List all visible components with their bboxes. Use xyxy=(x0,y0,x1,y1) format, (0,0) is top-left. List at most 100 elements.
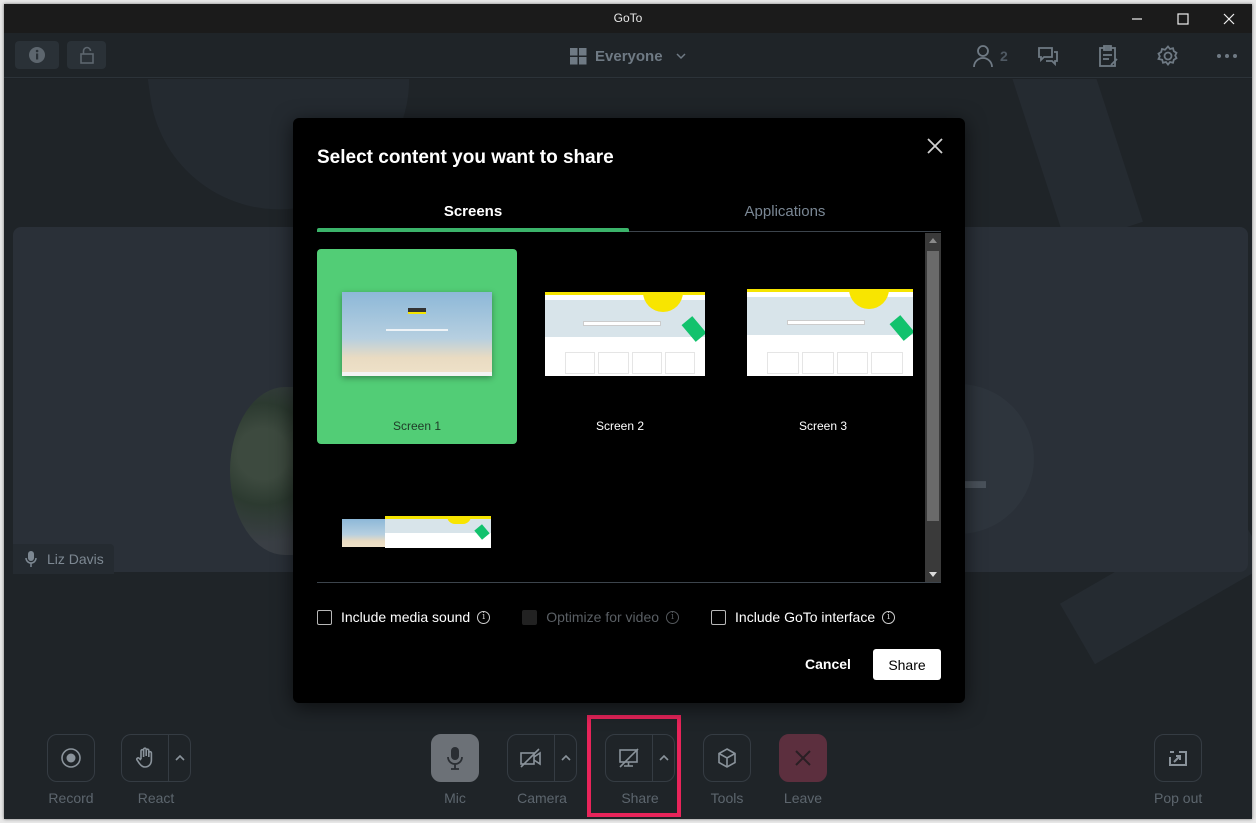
thumbnail-text xyxy=(386,329,448,331)
background-shape xyxy=(1005,79,1143,247)
dialog-title: Select content you want to share xyxy=(317,147,614,168)
chevron-down-icon xyxy=(676,53,686,60)
screen-list: Screen 1 Screen 2 Screen 3 xyxy=(317,233,941,583)
share-content-dialog: Select content you want to share Screens… xyxy=(293,118,965,703)
tab-screens[interactable]: Screens xyxy=(317,194,629,232)
share-button[interactable] xyxy=(606,735,652,781)
minimize-icon xyxy=(1132,17,1142,20)
info-icon[interactable]: i xyxy=(882,610,896,624)
people-icon xyxy=(973,45,993,68)
participant-name: Liz Davis xyxy=(47,551,104,567)
leave-button[interactable] xyxy=(779,734,827,782)
tab-applications[interactable]: Applications xyxy=(629,194,941,231)
screen-option-3[interactable]: Screen 3 xyxy=(723,249,923,444)
window-title: GoTo xyxy=(613,11,643,25)
tools-button[interactable] xyxy=(703,734,751,782)
screen-thumbnail xyxy=(385,516,491,548)
leave-control: Leave xyxy=(779,734,827,806)
react-label: React xyxy=(137,790,175,806)
include-goto-interface-checkbox[interactable] xyxy=(711,609,727,625)
participant-count: 2 xyxy=(1000,48,1008,64)
close-window-button[interactable] xyxy=(1206,4,1252,33)
screen-label: Screen 2 xyxy=(595,419,645,433)
chat-icon xyxy=(1038,47,1058,67)
participants-button[interactable]: 2 xyxy=(972,43,1008,69)
chevron-up-icon xyxy=(174,754,185,761)
screen-label: Screen 3 xyxy=(798,419,848,433)
share-options-button[interactable] xyxy=(652,735,674,781)
grid-icon xyxy=(570,47,587,64)
mic-control: Mic xyxy=(431,734,479,806)
screen-thumbnail xyxy=(545,292,705,376)
camera-off-icon xyxy=(520,748,541,768)
close-icon xyxy=(795,750,811,766)
minimize-button[interactable] xyxy=(1114,4,1160,33)
participant-name-tag: Liz Davis xyxy=(13,544,114,574)
option-label: Include GoTo interface xyxy=(735,609,876,625)
title-bar: GoTo xyxy=(4,4,1252,33)
view-selector[interactable]: Everyone xyxy=(570,43,687,69)
screen-option-2[interactable]: Screen 2 xyxy=(520,249,720,444)
notes-icon xyxy=(1099,45,1118,67)
react-button[interactable] xyxy=(122,735,168,781)
screen-option-4[interactable] xyxy=(317,463,517,582)
tools-control: Tools xyxy=(703,734,751,806)
screen-option-1[interactable]: Screen 1 xyxy=(317,249,517,444)
share-label: Share xyxy=(621,790,659,806)
scroll-up-arrow[interactable] xyxy=(929,238,937,243)
popout-button[interactable] xyxy=(1154,734,1203,782)
more-options-button[interactable] xyxy=(1216,43,1238,69)
scroll-down-arrow[interactable] xyxy=(929,572,937,577)
close-icon xyxy=(927,138,943,154)
more-icon xyxy=(1217,54,1237,58)
cube-icon xyxy=(718,748,736,768)
chevron-up-icon xyxy=(658,754,669,761)
include-goto-interface-option[interactable]: Include GoTo interface i xyxy=(711,609,896,625)
info-icon[interactable]: i xyxy=(666,610,680,624)
optimize-for-video-option: Optimize for video i xyxy=(522,609,680,625)
notes-button[interactable] xyxy=(1097,43,1119,69)
popout-icon xyxy=(1169,751,1188,766)
meeting-info-button[interactable] xyxy=(15,41,59,69)
mic-label: Mic xyxy=(444,790,466,806)
camera-options-button[interactable] xyxy=(554,735,576,781)
info-icon[interactable]: i xyxy=(477,610,491,624)
share-control: Share xyxy=(605,734,675,806)
chat-button[interactable] xyxy=(1037,43,1059,69)
screen-list-scrollbar[interactable] xyxy=(925,233,941,582)
dialog-close-button[interactable] xyxy=(923,134,947,158)
option-label: Include media sound xyxy=(341,609,471,625)
leave-label: Leave xyxy=(783,790,823,806)
record-button[interactable] xyxy=(47,734,95,782)
gear-icon xyxy=(1157,45,1178,66)
screen-thumbnail xyxy=(342,292,492,376)
hand-icon xyxy=(136,747,153,768)
taskbar xyxy=(342,372,492,376)
camera-button[interactable] xyxy=(508,735,554,781)
screen-share-off-icon xyxy=(619,748,639,768)
meeting-toolbar: Everyone 2 xyxy=(4,33,1252,78)
record-icon xyxy=(61,748,81,768)
maximize-button[interactable] xyxy=(1160,4,1206,33)
close-icon xyxy=(1223,13,1235,24)
include-media-sound-checkbox[interactable] xyxy=(317,609,332,625)
unlock-icon xyxy=(79,46,94,64)
info-icon xyxy=(29,47,45,63)
share-confirm-button[interactable]: Share xyxy=(873,649,941,680)
cancel-button[interactable]: Cancel xyxy=(800,649,856,679)
react-control: React xyxy=(121,734,191,806)
include-media-sound-option[interactable]: Include media sound i xyxy=(317,609,491,625)
optimize-for-video-checkbox xyxy=(522,609,538,625)
react-options-button[interactable] xyxy=(168,735,190,781)
scrollbar-thumb[interactable] xyxy=(927,251,939,521)
record-label: Record xyxy=(48,790,94,806)
option-label: Optimize for video xyxy=(546,609,660,625)
share-options: Include media sound i Optimize for video… xyxy=(317,609,927,625)
settings-button[interactable] xyxy=(1157,43,1179,69)
microphone-icon xyxy=(447,747,463,770)
popout-control: Pop out xyxy=(1154,734,1202,806)
lock-meeting-button[interactable] xyxy=(67,41,106,69)
mic-button[interactable] xyxy=(431,734,479,782)
popout-label: Pop out xyxy=(1154,790,1203,806)
chevron-up-icon xyxy=(560,754,571,761)
